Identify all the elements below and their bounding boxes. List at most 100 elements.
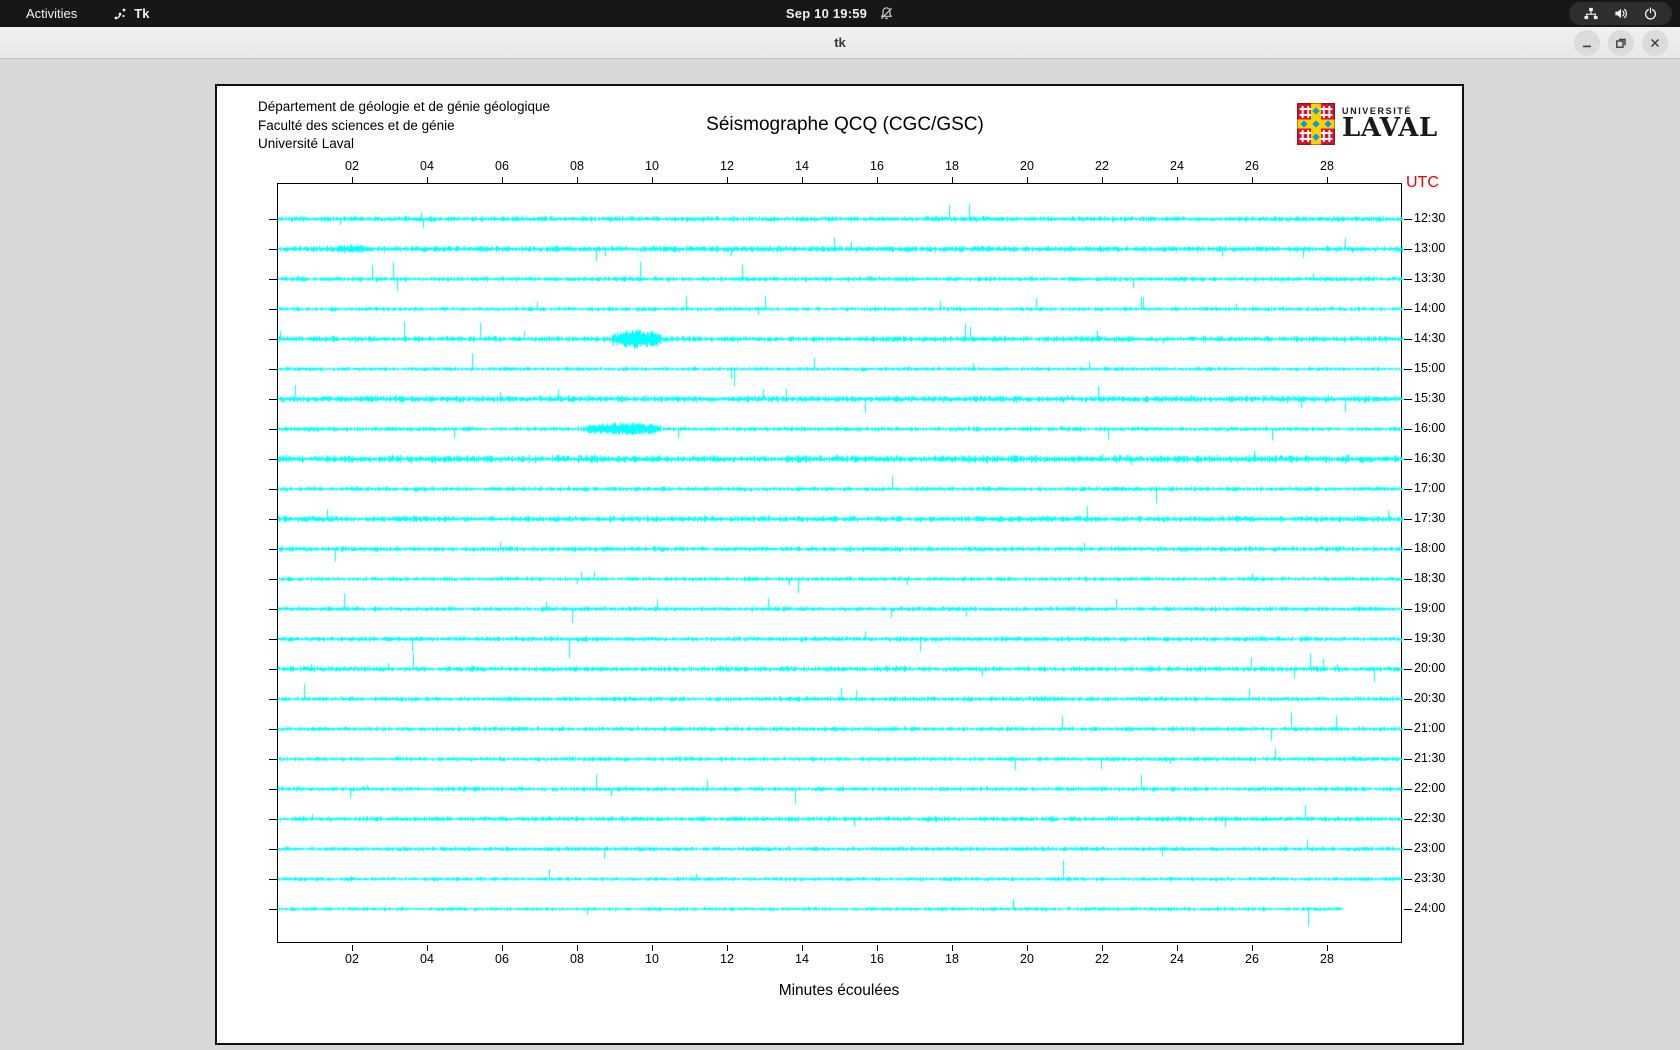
y-tick-left (269, 429, 277, 430)
x-tick-top (877, 177, 878, 183)
system-tray[interactable] (1569, 2, 1672, 25)
x-tick-label-top: 18 (945, 159, 959, 173)
institution-line: Faculté des sciences et de génie (258, 117, 455, 133)
utc-time-label: 21:30 (1414, 751, 1446, 765)
x-tick-label-bottom: 20 (1020, 952, 1034, 966)
y-tick-left (269, 339, 277, 340)
x-tick-label-bottom: 04 (420, 952, 434, 966)
clock[interactable]: Sep 10 19:59 (786, 6, 867, 21)
y-tick-left (269, 459, 277, 460)
y-tick-right (1404, 639, 1412, 640)
minimize-button[interactable] (1574, 30, 1600, 56)
y-tick-right (1404, 519, 1412, 520)
utc-time-label: 13:30 (1414, 271, 1446, 285)
y-tick-left (269, 579, 277, 580)
utc-time-label: 22:30 (1414, 811, 1446, 825)
y-tick-right (1404, 879, 1412, 880)
y-tick-right (1404, 249, 1412, 250)
y-tick-left (269, 669, 277, 670)
institution-line: Département de géologie et de génie géol… (258, 99, 550, 114)
window-content: Département de géologie et de génie géol… (0, 59, 1680, 1050)
utc-time-label: 24:00 (1414, 901, 1446, 915)
x-tick-label-bottom: 28 (1320, 952, 1334, 966)
x-tick-top (1102, 177, 1103, 183)
utc-time-label: 12:30 (1414, 211, 1446, 225)
x-tick-bottom (652, 945, 653, 951)
x-tick-top (577, 177, 578, 183)
y-tick-left (269, 399, 277, 400)
seismogram-traces (278, 184, 1403, 944)
y-tick-right (1404, 489, 1412, 490)
x-tick-label-top: 26 (1245, 159, 1259, 173)
y-tick-left (269, 519, 277, 520)
bell-slash-icon (880, 7, 893, 20)
y-tick-left (269, 609, 277, 610)
x-tick-top (502, 177, 503, 183)
y-tick-right (1404, 759, 1412, 760)
y-tick-right (1404, 279, 1412, 280)
y-tick-left (269, 819, 277, 820)
seismograph-panel: Département de géologie et de génie géol… (215, 84, 1464, 1045)
y-tick-right (1404, 309, 1412, 310)
y-tick-left (269, 249, 277, 250)
utc-time-label: 16:30 (1414, 451, 1446, 465)
y-tick-right (1404, 819, 1412, 820)
y-tick-left (269, 549, 277, 550)
utc-time-label: 23:00 (1414, 841, 1446, 855)
utc-time-label: 15:30 (1414, 391, 1446, 405)
y-tick-right (1404, 429, 1412, 430)
y-tick-left (269, 369, 277, 370)
x-tick-label-bottom: 08 (570, 952, 584, 966)
minimize-icon (1583, 45, 1591, 48)
focused-app-name: Tk (134, 6, 150, 21)
x-tick-top (1327, 177, 1328, 183)
activities-button[interactable]: Activities (18, 4, 85, 23)
utc-time-label: 16:00 (1414, 421, 1446, 435)
x-tick-bottom (952, 945, 953, 951)
x-tick-top (1252, 177, 1253, 183)
x-tick-label-top: 06 (495, 159, 509, 173)
maximize-button[interactable] (1608, 30, 1634, 56)
x-tick-label-top: 08 (570, 159, 584, 173)
x-tick-label-bottom: 14 (795, 952, 809, 966)
x-tick-label-bottom: 16 (870, 952, 884, 966)
utc-time-label: 20:00 (1414, 661, 1446, 675)
utc-time-label: 17:00 (1414, 481, 1446, 495)
utc-time-label: 19:30 (1414, 631, 1446, 645)
y-tick-left (269, 279, 277, 280)
x-tick-label-bottom: 02 (345, 952, 359, 966)
window-titlebar[interactable]: tk (0, 27, 1680, 59)
x-tick-label-top: 28 (1320, 159, 1334, 173)
y-tick-right (1404, 909, 1412, 910)
x-tick-bottom (1327, 945, 1328, 951)
y-tick-right (1404, 219, 1412, 220)
focused-app-indicator[interactable]: Tk (113, 6, 149, 21)
x-tick-bottom (502, 945, 503, 951)
laval-shield-icon (1297, 103, 1335, 145)
x-tick-label-bottom: 06 (495, 952, 509, 966)
x-tick-label-top: 04 (420, 159, 434, 173)
x-tick-bottom (352, 945, 353, 951)
x-tick-label-top: 20 (1020, 159, 1034, 173)
y-tick-right (1404, 549, 1412, 550)
x-tick-label-bottom: 10 (645, 952, 659, 966)
universite-laval-logo: UNIVERSITÉ LAVAL (1297, 103, 1438, 145)
gnome-top-bar: Activities Tk Sep 10 19:59 (0, 0, 1680, 27)
utc-time-label: 22:00 (1414, 781, 1446, 795)
x-tick-bottom (1027, 945, 1028, 951)
utc-axis-label: UTC (1406, 174, 1439, 191)
utc-time-label: 13:00 (1414, 241, 1446, 255)
utc-time-label: 18:30 (1414, 571, 1446, 585)
y-tick-left (269, 879, 277, 880)
x-tick-label-bottom: 22 (1095, 952, 1109, 966)
network-icon (1584, 7, 1598, 20)
y-tick-left (269, 639, 277, 640)
x-tick-label-bottom: 12 (720, 952, 734, 966)
x-tick-bottom (802, 945, 803, 951)
x-tick-bottom (1252, 945, 1253, 951)
close-button[interactable] (1642, 30, 1668, 56)
utc-time-label: 17:30 (1414, 511, 1446, 525)
y-tick-left (269, 849, 277, 850)
y-tick-right (1404, 849, 1412, 850)
plot-title: Séismographe QCQ (CGC/GSC) (706, 114, 984, 135)
